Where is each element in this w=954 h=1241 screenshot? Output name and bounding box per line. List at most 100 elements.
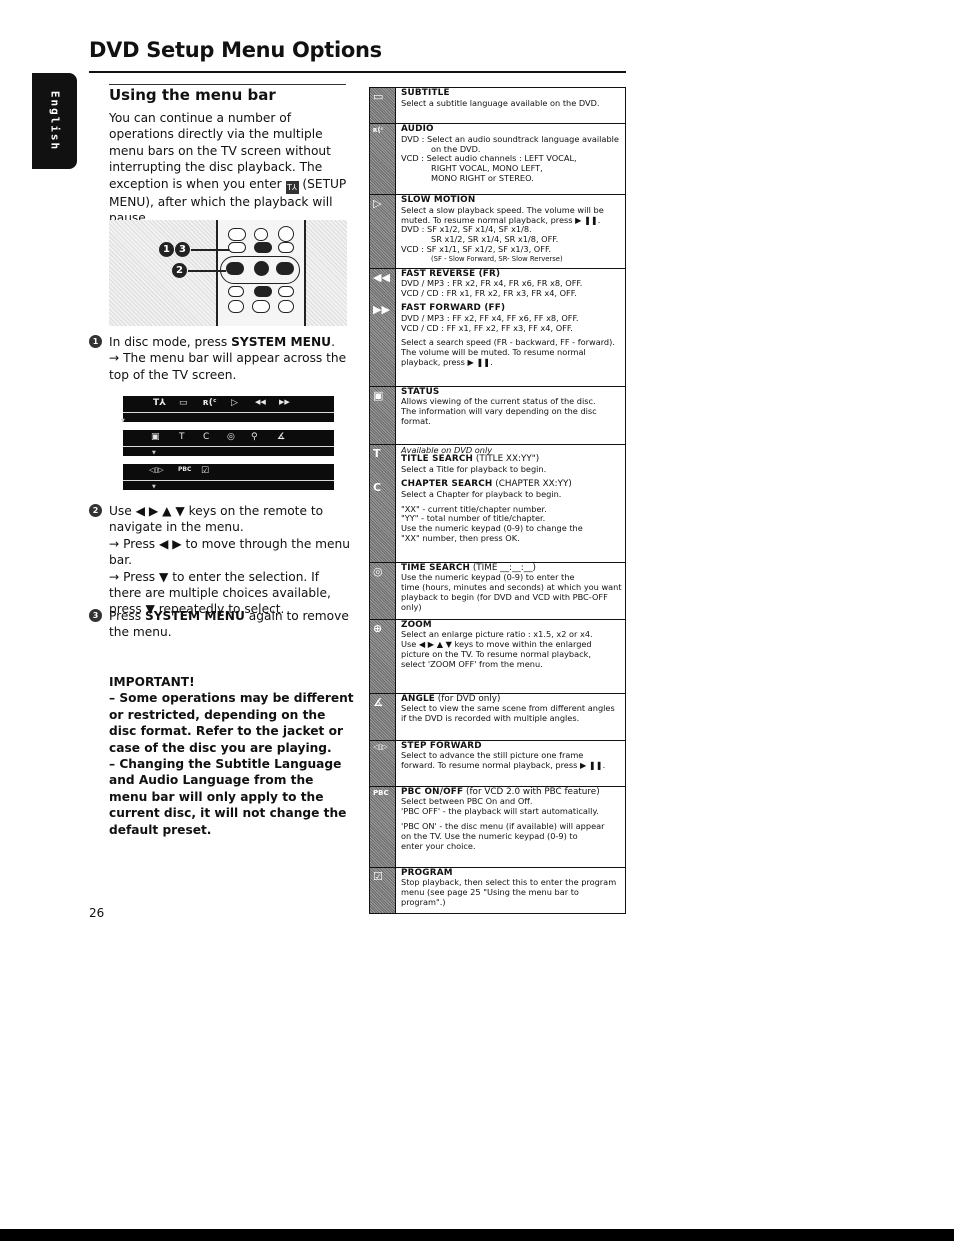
status-icon: ▣ — [373, 388, 384, 402]
row-description: PROGRAM Stop playback, then select this t… — [396, 868, 625, 913]
title-search-icon: T — [373, 446, 381, 460]
remote-button-down — [254, 286, 272, 297]
audio-icon: ʀ(ᶜ — [373, 126, 384, 134]
row-heading-text: FAST FORWARD (FF) — [401, 302, 506, 313]
remote-button-display — [254, 228, 268, 241]
fast-reverse-icon: ◀◀ — [255, 398, 266, 406]
remote-button-stop — [228, 300, 244, 313]
row-line: Select a Title for playback to begin. — [401, 464, 547, 475]
row-description: ANGLE (for DVD only) Select to view the s… — [396, 694, 625, 740]
language-tab: English — [32, 73, 77, 169]
important-point-1: – Some operations may be different or re… — [109, 691, 354, 755]
menu-options-table: ▭ SUBTITLE Select a subtitle language avai… — [369, 87, 626, 914]
row-heading-text: ZOOM — [401, 619, 432, 630]
row-icon-cell: ◁▯▷ — [370, 740, 396, 786]
title-search-icon: T — [179, 432, 185, 442]
row-heading-text: SLOW MOTION — [401, 195, 476, 205]
title-divider — [89, 71, 626, 73]
row-icon-cell: TC — [370, 444, 396, 562]
section-divider — [109, 84, 346, 85]
row-line: menu (see page 25 "Using the menu bar to… — [401, 887, 579, 907]
table-row: ◀◀ ▶▶ FAST REVERSE (FR) DVD / MP3 : FR x2, … — [370, 268, 625, 387]
remote-button-right — [276, 262, 294, 275]
chapter-search-icon: C — [203, 432, 210, 442]
audio-icon: ʀ(ᶜ — [203, 398, 217, 408]
important-note: IMPORTANT! – Some operations may be diff… — [109, 674, 354, 838]
table-row: ☑ PROGRAM Stop playback, then select this … — [370, 867, 625, 913]
row-heading-text: STEP FORWARD — [401, 740, 482, 751]
table-row: ◎ TIME SEARCH (TIME __:__:__) Use the nume… — [370, 562, 625, 620]
row-line: VCD / CD : FF x1, FF x2, FF x3, FF x4, O… — [401, 322, 573, 333]
angle-icon: ∡ — [277, 432, 286, 442]
row-icon-cell: ◀◀ ▶▶ — [370, 268, 396, 386]
chevron-down-icon: ▼ — [121, 418, 125, 424]
menu-bar-1-line — [123, 412, 334, 413]
zoom-icon: ⚲ — [251, 432, 258, 442]
row-line: playback, press ▶ ❚❚. — [401, 356, 493, 367]
row-description: TIME SEARCH (TIME __:__:__) Use the numer… — [396, 563, 625, 619]
row-description: SUBTITLE Select a subtitle language avail… — [396, 88, 625, 123]
table-row: ◁▯▷ STEP FORWARD Select to advance the sti… — [370, 740, 625, 787]
row-description: FAST REVERSE (FR) DVD / MP3 : FR x2, FR x… — [396, 269, 625, 386]
table-row: ∡ ANGLE (for DVD only) Select to view the … — [370, 693, 625, 741]
row-icon-cell: ☑ — [370, 867, 396, 913]
table-row: T C Available on DVD only TITLE SEARCH (TIT… — [370, 444, 625, 563]
step-3-text-b: SYSTEM MENU — [144, 609, 245, 623]
callout-3: 3 — [175, 242, 190, 257]
row-line: enter your choice. — [401, 840, 476, 851]
row-description: PBC ON/OFF (for VCD 2.0 with PBC feature… — [396, 787, 625, 867]
menu-bar-2-line — [123, 446, 334, 447]
remote-button-play-pause — [252, 300, 270, 313]
step-1-text-c: . — [331, 335, 335, 349]
pbc-icon: PBC — [373, 788, 389, 797]
remote-button-prev — [228, 286, 244, 297]
row-line: The information will vary depending on t… — [401, 406, 597, 417]
step-2-number: 2 — [89, 504, 102, 517]
step-3: 3 Press SYSTEM MENU again to remove the … — [89, 608, 354, 641]
menu-bar-2: ▣ T C ◎ ⚲ ∡ ▼ — [123, 430, 334, 456]
step-3-text-a: Press — [109, 609, 145, 623]
row-line: Select a Chapter for playback to begin. — [401, 488, 562, 499]
row-icon-cell: PBC — [370, 786, 396, 867]
row-icon-cell: ◎ — [370, 562, 396, 619]
page-number: 26 — [89, 906, 105, 920]
important-heading: IMPORTANT! — [109, 675, 195, 689]
table-row: ▭ SUBTITLE Select a subtitle language avai… — [370, 88, 625, 124]
important-point-2: – Changing the Subtitle Language and Aud… — [109, 757, 347, 837]
bottom-bar — [0, 1229, 954, 1241]
step-1: 1 In disc mode, press SYSTEM MENU. → The… — [89, 334, 354, 383]
slow-motion-icon: ▷ — [373, 197, 382, 210]
remote-button-minus — [278, 242, 294, 253]
row-line: VCD : SF x1/1, SF x1/2, SF x1/3, OFF. — [401, 243, 551, 254]
time-search-icon: ◎ — [373, 564, 383, 578]
row-line: playback to begin (for DVD and VCD with … — [401, 591, 608, 602]
row-heading-text: SUBTITLE — [401, 88, 450, 98]
row-line: Select a subtitle language available on … — [401, 97, 600, 108]
remote-button-plus — [278, 226, 294, 242]
program-icon: ☑ — [201, 466, 210, 476]
row-line: select 'ZOOM OFF' from the menu. — [401, 658, 543, 669]
subtitle-icon: ▭ — [179, 398, 188, 408]
fast-reverse-icon: ◀◀ — [373, 270, 390, 284]
remote-button-left — [226, 262, 244, 275]
row-line: VCD / CD : FR x1, FR x2, FR x3, FR x4, O… — [401, 288, 577, 299]
step-2-sub-1: → Press ◀ ▶ to move through the menu bar… — [109, 536, 351, 568]
chevron-down-icon: ▼ — [152, 450, 156, 456]
row-heading-suffix: (TITLE XX:YY") — [473, 454, 540, 465]
angle-icon: ∡ — [373, 695, 383, 709]
menu-bar-3-line — [123, 480, 334, 481]
row-heading-text: PBC ON/OFF — [401, 786, 464, 797]
table-row: ▣ STATUS Allows viewing of the current sta… — [370, 386, 625, 445]
row-description: Available on DVD only TITLE SEARCH (TITLE… — [396, 445, 625, 562]
slow-motion-icon: ▷ — [231, 398, 238, 408]
remote-button-repeat — [278, 300, 294, 313]
time-search-icon: ◎ — [227, 432, 235, 442]
table-row: ʀ(ᶜ AUDIO DVD : Select an audio soundtrack… — [370, 124, 625, 195]
remote-button-ok — [254, 261, 269, 276]
row-line: only) — [401, 601, 422, 612]
subtitle-icon: ▭ — [373, 90, 384, 103]
step-2: 2 Use ◀ ▶ ▲ ▼ keys on the remote to navi… — [89, 503, 354, 618]
remote-body — [216, 220, 306, 326]
callout-leader-2 — [188, 270, 226, 272]
row-line: "XX" number, then press OK. — [401, 532, 520, 543]
